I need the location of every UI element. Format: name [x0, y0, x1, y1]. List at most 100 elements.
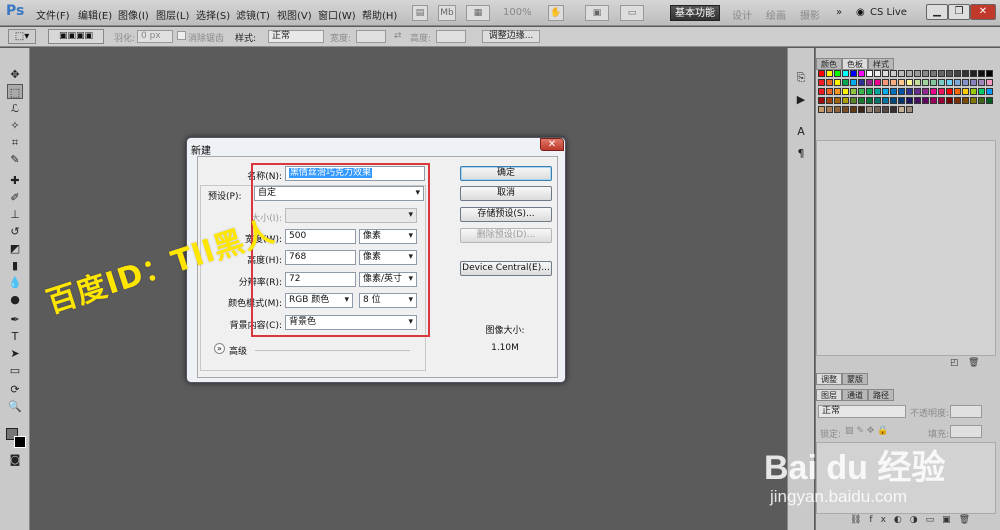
- swatch-cell[interactable]: [890, 79, 897, 86]
- swatch-cell[interactable]: [842, 88, 849, 95]
- tab-styles[interactable]: 样式: [868, 58, 894, 70]
- swatch-cell[interactable]: [938, 70, 945, 77]
- swatch-cell[interactable]: [850, 79, 857, 86]
- delete-swatch-icon[interactable]: 🗑: [968, 358, 979, 368]
- marquee-preset-icon[interactable]: ⬚▾: [8, 29, 36, 44]
- minibridge-icon[interactable]: Mb: [438, 5, 456, 21]
- swatch-cell[interactable]: [986, 79, 993, 86]
- antialias-checkbox[interactable]: [177, 31, 186, 40]
- swatch-cell[interactable]: [930, 97, 937, 104]
- swatch-cell[interactable]: [938, 88, 945, 95]
- menu-filter[interactable]: 滤镜(T): [236, 7, 270, 22]
- zoom-level[interactable]: 100%: [503, 7, 532, 18]
- swatch-cell[interactable]: [866, 79, 873, 86]
- cs-live-label[interactable]: CS Live: [870, 7, 907, 18]
- swap-icon[interactable]: ⇄: [394, 31, 402, 41]
- swatch-cell[interactable]: [914, 88, 921, 95]
- swatch-cell[interactable]: [858, 79, 865, 86]
- swatch-cell[interactable]: [882, 106, 889, 113]
- style-select[interactable]: 正常: [268, 30, 324, 43]
- swatch-cell[interactable]: [962, 70, 969, 77]
- swatch-cell[interactable]: [858, 97, 865, 104]
- swatch-cell[interactable]: [882, 88, 889, 95]
- tab-layers[interactable]: 图层: [816, 389, 842, 401]
- swatch-cell[interactable]: [882, 97, 889, 104]
- swatch-cell[interactable]: [850, 70, 857, 77]
- swatch-cell[interactable]: [826, 88, 833, 95]
- lock-icons[interactable]: ▨ ✎ ✥ 🔒: [845, 426, 888, 436]
- swatch-grid[interactable]: [818, 70, 994, 136]
- brush-tool-icon[interactable]: ✐: [7, 190, 23, 205]
- close-icon[interactable]: ✕: [540, 138, 564, 151]
- swatch-cell[interactable]: [866, 70, 873, 77]
- menu-layer[interactable]: 图层(L): [156, 7, 189, 22]
- swatch-cell[interactable]: [874, 106, 881, 113]
- restore-button[interactable]: ❐: [948, 4, 970, 20]
- swatch-cell[interactable]: [922, 79, 929, 86]
- swatch-cell[interactable]: [842, 70, 849, 77]
- character-panel-icon[interactable]: A: [793, 124, 809, 139]
- tab-swatches[interactable]: 色板: [842, 58, 868, 70]
- swatch-cell[interactable]: [914, 97, 921, 104]
- swatch-cell[interactable]: [842, 79, 849, 86]
- swatch-cell[interactable]: [834, 106, 841, 113]
- opacity-input[interactable]: [950, 405, 982, 418]
- blur-tool-icon[interactable]: 💧: [7, 275, 23, 290]
- swatch-cell[interactable]: [850, 106, 857, 113]
- swatch-cell[interactable]: [970, 88, 977, 95]
- swatch-cell[interactable]: [986, 70, 993, 77]
- paragraph-panel-icon[interactable]: ¶: [793, 146, 809, 161]
- swatch-cell[interactable]: [922, 88, 929, 95]
- swatch-cell[interactable]: [930, 88, 937, 95]
- swatch-cell[interactable]: [874, 79, 881, 86]
- magic-wand-icon[interactable]: ✧: [7, 118, 23, 133]
- dodge-tool-icon[interactable]: ●: [7, 292, 23, 307]
- swatch-cell[interactable]: [866, 106, 873, 113]
- menu-help[interactable]: 帮助(H): [362, 7, 397, 22]
- swatch-cell[interactable]: [906, 106, 913, 113]
- swatch-cell[interactable]: [826, 79, 833, 86]
- zoom-tool-icon[interactable]: 🔍: [7, 399, 23, 414]
- swatch-cell[interactable]: [978, 70, 985, 77]
- view-extras-icon[interactable]: ▦: [466, 5, 490, 21]
- healing-brush-icon[interactable]: ✚: [7, 173, 23, 188]
- tab-paths[interactable]: 路径: [868, 389, 894, 401]
- fill-input[interactable]: [950, 425, 982, 438]
- eraser-tool-icon[interactable]: ◩: [7, 241, 23, 256]
- layer-footer-icons[interactable]: ⛓fx◐◑▭▣🗑: [850, 515, 978, 525]
- swatch-cell[interactable]: [938, 79, 945, 86]
- swatch-cell[interactable]: [978, 88, 985, 95]
- swatch-cell[interactable]: [938, 97, 945, 104]
- swatch-cell[interactable]: [954, 70, 961, 77]
- width-input[interactable]: [356, 30, 386, 43]
- refine-edge-button[interactable]: 调整边缘...: [482, 30, 540, 43]
- swatch-cell[interactable]: [954, 97, 961, 104]
- height-input[interactable]: [436, 30, 466, 43]
- gradient-tool-icon[interactable]: ▮: [7, 258, 23, 273]
- lasso-tool-icon[interactable]: ℒ: [7, 101, 23, 116]
- swatch-cell[interactable]: [962, 79, 969, 86]
- swatch-cell[interactable]: [890, 88, 897, 95]
- actions-panel-icon[interactable]: ▶: [793, 92, 809, 107]
- swatch-cell[interactable]: [858, 106, 865, 113]
- swatch-cell[interactable]: [946, 79, 953, 86]
- swatch-cell[interactable]: [890, 70, 897, 77]
- swatch-cell[interactable]: [898, 106, 905, 113]
- eyedropper-icon[interactable]: ✎: [7, 152, 23, 167]
- swatch-cell[interactable]: [858, 88, 865, 95]
- swatch-cell[interactable]: [850, 88, 857, 95]
- swatch-cell[interactable]: [858, 70, 865, 77]
- swatch-cell[interactable]: [962, 88, 969, 95]
- swatch-cell[interactable]: [818, 97, 825, 104]
- swatch-cell[interactable]: [946, 88, 953, 95]
- workspace-design[interactable]: 设计: [732, 7, 752, 22]
- menu-window[interactable]: 窗口(W): [318, 7, 356, 22]
- bridge-icon[interactable]: ▤: [412, 5, 428, 21]
- menu-edit[interactable]: 编辑(E): [78, 7, 112, 22]
- swatch-cell[interactable]: [922, 97, 929, 104]
- history-panel-icon[interactable]: ⎘: [793, 70, 809, 85]
- swatch-cell[interactable]: [874, 88, 881, 95]
- marquee-tool-icon[interactable]: ⬚: [7, 84, 23, 99]
- swatch-cell[interactable]: [818, 79, 825, 86]
- swatch-cell[interactable]: [946, 97, 953, 104]
